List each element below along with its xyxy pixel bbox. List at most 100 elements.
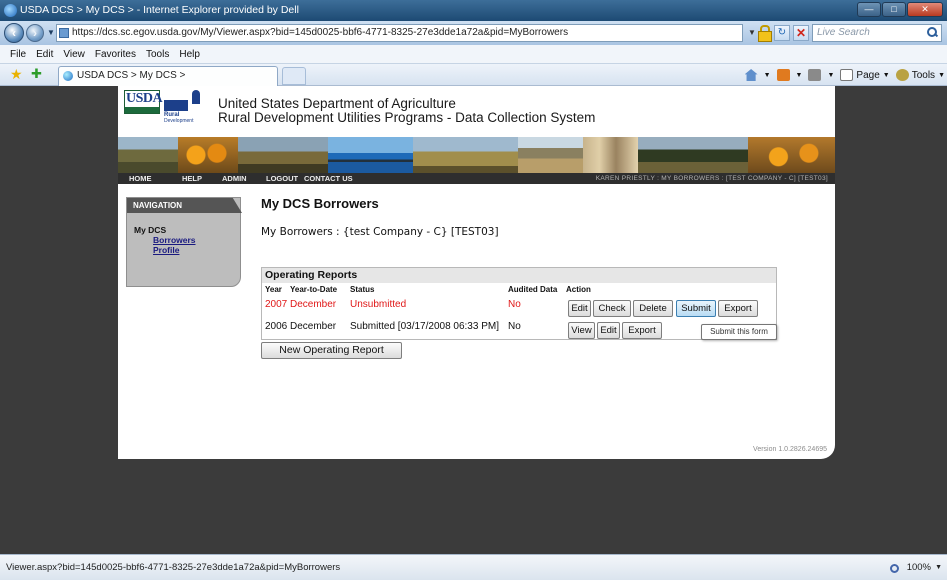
lock-icon[interactable] [757, 25, 772, 42]
nav-contact-us[interactable]: CONTACT US [304, 173, 353, 184]
navigation-header: NAVIGATION [127, 198, 242, 213]
menu-tools[interactable]: Tools [141, 45, 174, 63]
header-subtitle: Rural Development Utilities Programs - D… [218, 110, 596, 125]
refresh-icon[interactable]: ↻ [774, 25, 790, 41]
new-tab-button[interactable] [282, 67, 306, 85]
page-title: My DCS Borrowers [261, 196, 379, 211]
usda-logo[interactable]: USDA [124, 90, 163, 114]
print-icon [808, 69, 822, 81]
feeds-icon [776, 69, 790, 81]
row1-audited: No [508, 299, 521, 310]
recent-pages-dropdown-icon[interactable]: ▼ [47, 28, 55, 37]
back-button[interactable]: ‹ [4, 23, 24, 43]
favorites-star-icon[interactable]: ★ [10, 67, 23, 81]
address-bar: ‹ › ▼ https://dcs.sc.egov.usda.gov/My/Vi… [0, 21, 947, 45]
url-text: https://dcs.sc.egov.usda.gov/My/Viewer.a… [72, 27, 569, 38]
status-bar: Viewer.aspx?bid=145d0025-bbf6-4771-8325-… [0, 554, 947, 580]
new-operating-report-button[interactable]: New Operating Report [261, 342, 402, 359]
row1-check-button[interactable]: Check [593, 300, 631, 317]
menu-view[interactable]: View [58, 45, 90, 63]
close-button[interactable]: ✕ [907, 2, 943, 17]
banner-panel-mountains [518, 137, 583, 173]
status-text: Viewer.aspx?bid=145d0025-bbf6-4771-8325-… [6, 562, 341, 573]
row2-edit-button[interactable]: Edit [597, 322, 620, 339]
nav-link-borrowers[interactable]: Borrowers [153, 235, 196, 245]
row2-view-button[interactable]: View [568, 322, 595, 339]
navigation-section-label: My DCS [134, 225, 167, 235]
banner-panel-plains [238, 137, 328, 173]
browser-content: USDA Rural Development United States Dep… [0, 86, 947, 554]
maximize-button[interactable]: □ [882, 2, 906, 17]
header-title: United States Department of Agriculture [218, 96, 456, 111]
photo-banner [118, 137, 835, 173]
page-icon [59, 28, 69, 38]
row1-status: Unsubmitted [350, 299, 407, 310]
breadcrumb: KAREN PRIESTLY : MY BORROWERS : [TEST CO… [595, 175, 828, 182]
banner-panel-people [583, 137, 638, 173]
tab-usda-dcs[interactable]: USDA DCS > My DCS > [58, 66, 278, 86]
column-status: Status [350, 285, 375, 294]
home-command[interactable]: ▼ [744, 69, 771, 81]
command-bar: ▼ ▼ ▼ Page ▼ Tools ▼ [739, 66, 945, 84]
row2-status: Submitted [03/17/2008 06:33 PM] [350, 321, 499, 332]
zoom-level[interactable]: 100% [907, 562, 931, 573]
print-command[interactable]: ▼ [808, 69, 834, 81]
url-dropdown-icon[interactable]: ▼ [748, 28, 756, 37]
menu-edit[interactable]: Edit [31, 45, 58, 63]
ie-logo-icon [4, 4, 17, 17]
rd-logo-line2: Development [164, 118, 194, 124]
operating-reports-table: Operating Reports Year Year-to-Date Stat… [261, 267, 777, 340]
forward-button[interactable]: › [26, 24, 44, 42]
nav-admin[interactable]: ADMIN [222, 173, 247, 184]
nav-help[interactable]: HELP [182, 173, 202, 184]
home-icon [744, 69, 758, 81]
reports-title: Operating Reports [262, 268, 776, 283]
zoom-dropdown-icon[interactable]: ▼ [935, 564, 942, 571]
feeds-command[interactable]: ▼ [776, 69, 802, 81]
row1-edit-button[interactable]: Edit [568, 300, 591, 317]
nav-link-profile[interactable]: Profile [153, 245, 179, 255]
page-menu-icon [840, 69, 854, 81]
search-icon[interactable] [927, 27, 938, 38]
page-command[interactable]: Page ▼ [840, 69, 890, 81]
minimize-button[interactable]: — [857, 2, 881, 17]
window-controls: — □ ✕ [857, 2, 943, 17]
search-placeholder: Live Search [817, 27, 870, 38]
row1-export-button[interactable]: Export [718, 300, 758, 317]
tools-command[interactable]: Tools ▼ [895, 69, 945, 81]
version-label: Version 1.0.2826.24695 [753, 446, 827, 453]
row2-audited: No [508, 321, 521, 332]
banner-panel-forest [638, 137, 748, 173]
page-menu-label: Page [856, 69, 880, 81]
top-navigation: HOME HELP ADMIN LOGOUT CONTACT US KAREN … [118, 173, 835, 184]
banner-panel-oranges-2 [748, 137, 835, 173]
menu-favorites[interactable]: Favorites [90, 45, 141, 63]
row1-submit-button[interactable]: Submit [676, 300, 716, 317]
search-input[interactable]: Live Search [812, 24, 942, 42]
row2-export-button[interactable]: Export [622, 322, 662, 339]
menu-file[interactable]: File [5, 45, 31, 63]
menu-bar: File Edit View Favorites Tools Help [0, 45, 947, 64]
nav-logout[interactable]: LOGOUT [266, 173, 298, 184]
tab-title: USDA DCS > My DCS > [77, 70, 186, 81]
title-bar: USDA DCS > My DCS > - Internet Explorer … [0, 0, 947, 21]
rural-development-logo: Rural Development [164, 90, 210, 124]
submit-tooltip: Submit this form [701, 324, 777, 340]
add-favorite-icon[interactable]: ✚ [31, 67, 42, 81]
row1-delete-button[interactable]: Delete [633, 300, 673, 317]
tools-gear-icon [895, 69, 909, 81]
dcs-page: USDA Rural Development United States Dep… [118, 86, 835, 459]
stop-icon[interactable]: ✕ [793, 25, 809, 41]
tools-menu-label: Tools [911, 69, 936, 81]
url-field[interactable]: https://dcs.sc.egov.usda.gov/My/Viewer.a… [56, 24, 743, 42]
column-year-to-date: Year-to-Date [290, 285, 338, 294]
banner-panel-fields [118, 137, 178, 173]
column-year: Year [265, 285, 282, 294]
banner-panel-lake [328, 137, 413, 173]
column-action: Action [566, 285, 591, 294]
menu-help[interactable]: Help [174, 45, 205, 63]
banner-panel-wheat [413, 137, 518, 173]
zoom-icon[interactable] [890, 564, 899, 573]
row1-ytd: December [290, 299, 337, 310]
nav-home[interactable]: HOME [129, 173, 152, 184]
